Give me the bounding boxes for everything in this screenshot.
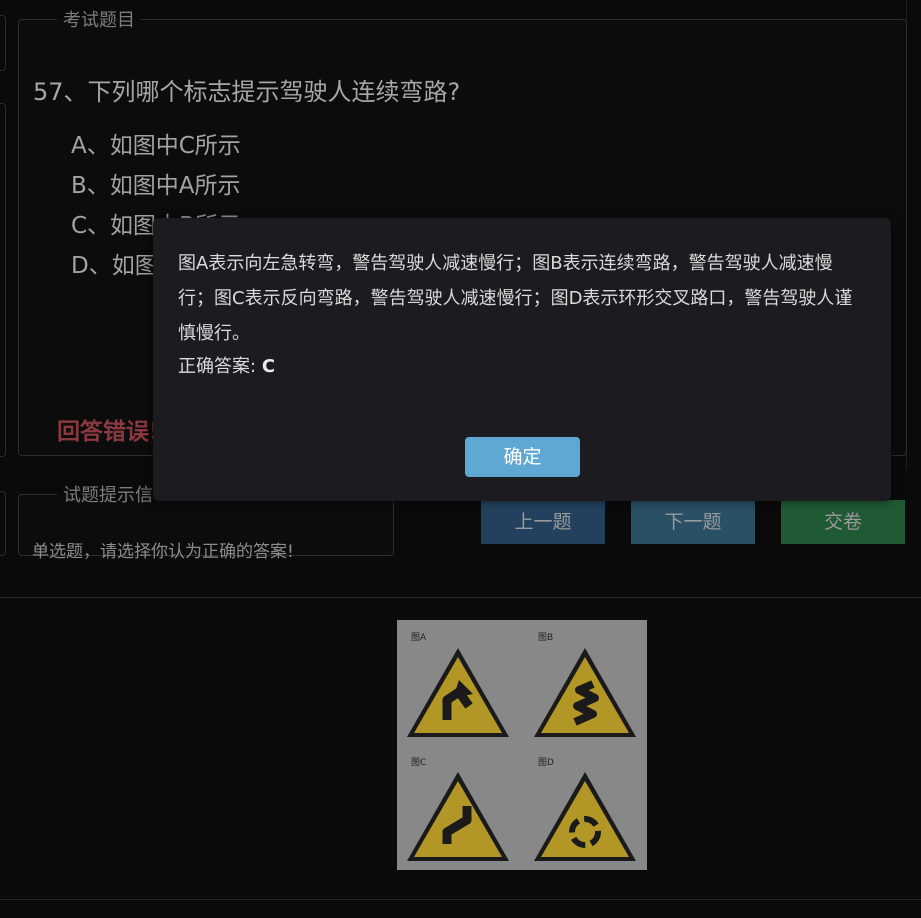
wrong-answer-message: 回答错误! [57,419,160,445]
left-edge-box-3 [0,491,6,556]
correct-answer-value: C [261,356,276,377]
option-d[interactable]: D、如图 [71,246,158,280]
prev-question-button[interactable]: 上一题 [481,500,605,544]
question-image: 图A 图B 图C 图D [397,620,647,870]
confirm-button[interactable]: 确定 [465,437,580,477]
sign-d-label: 图D [538,757,554,768]
sign-a-label: 图A [411,632,427,643]
explanation-text: 图A表示向左急转弯，警告驾驶人减速慢行；图B表示连续弯路，警告驾驶人减速慢行；图… [178,253,853,344]
reverse-curve-sign-icon [407,772,509,861]
divider-bottom [0,899,921,900]
sharp-left-turn-sign-icon [407,648,509,737]
sign-b-label: 图B [538,632,553,643]
right-edge-strip [906,0,921,470]
hint-text: 单选题，请选择你认为正确的答案! [32,542,294,562]
divider-top [0,597,921,598]
sign-grid: 图A 图B 图C 图D [407,632,636,861]
correct-answer-label: 正确答案: [178,356,257,377]
option-b[interactable]: B、如图中A所示 [71,166,241,200]
roundabout-sign-icon [534,772,636,861]
continuous-curves-sign-icon [534,648,636,737]
question-panel-legend: 考试题目 [63,10,135,31]
correct-answer: 正确答案: C [178,349,275,384]
left-edge-box-1 [0,15,6,71]
next-question-button[interactable]: 下一题 [631,500,755,544]
option-a[interactable]: A、如图中C所示 [71,126,241,160]
question-text: 57、下列哪个标志提示驾驶人连续弯路? [33,78,461,106]
submit-exam-button[interactable]: 交卷 [781,500,905,544]
left-edge-box-2 [0,103,6,457]
hint-panel-legend: 试题提示信 [63,485,153,506]
sign-c-label: 图C [411,757,426,768]
answer-dialog: 图A表示向左急转弯，警告驾驶人减速慢行；图B表示连续弯路，警告驾驶人减速慢行；图… [153,218,891,501]
